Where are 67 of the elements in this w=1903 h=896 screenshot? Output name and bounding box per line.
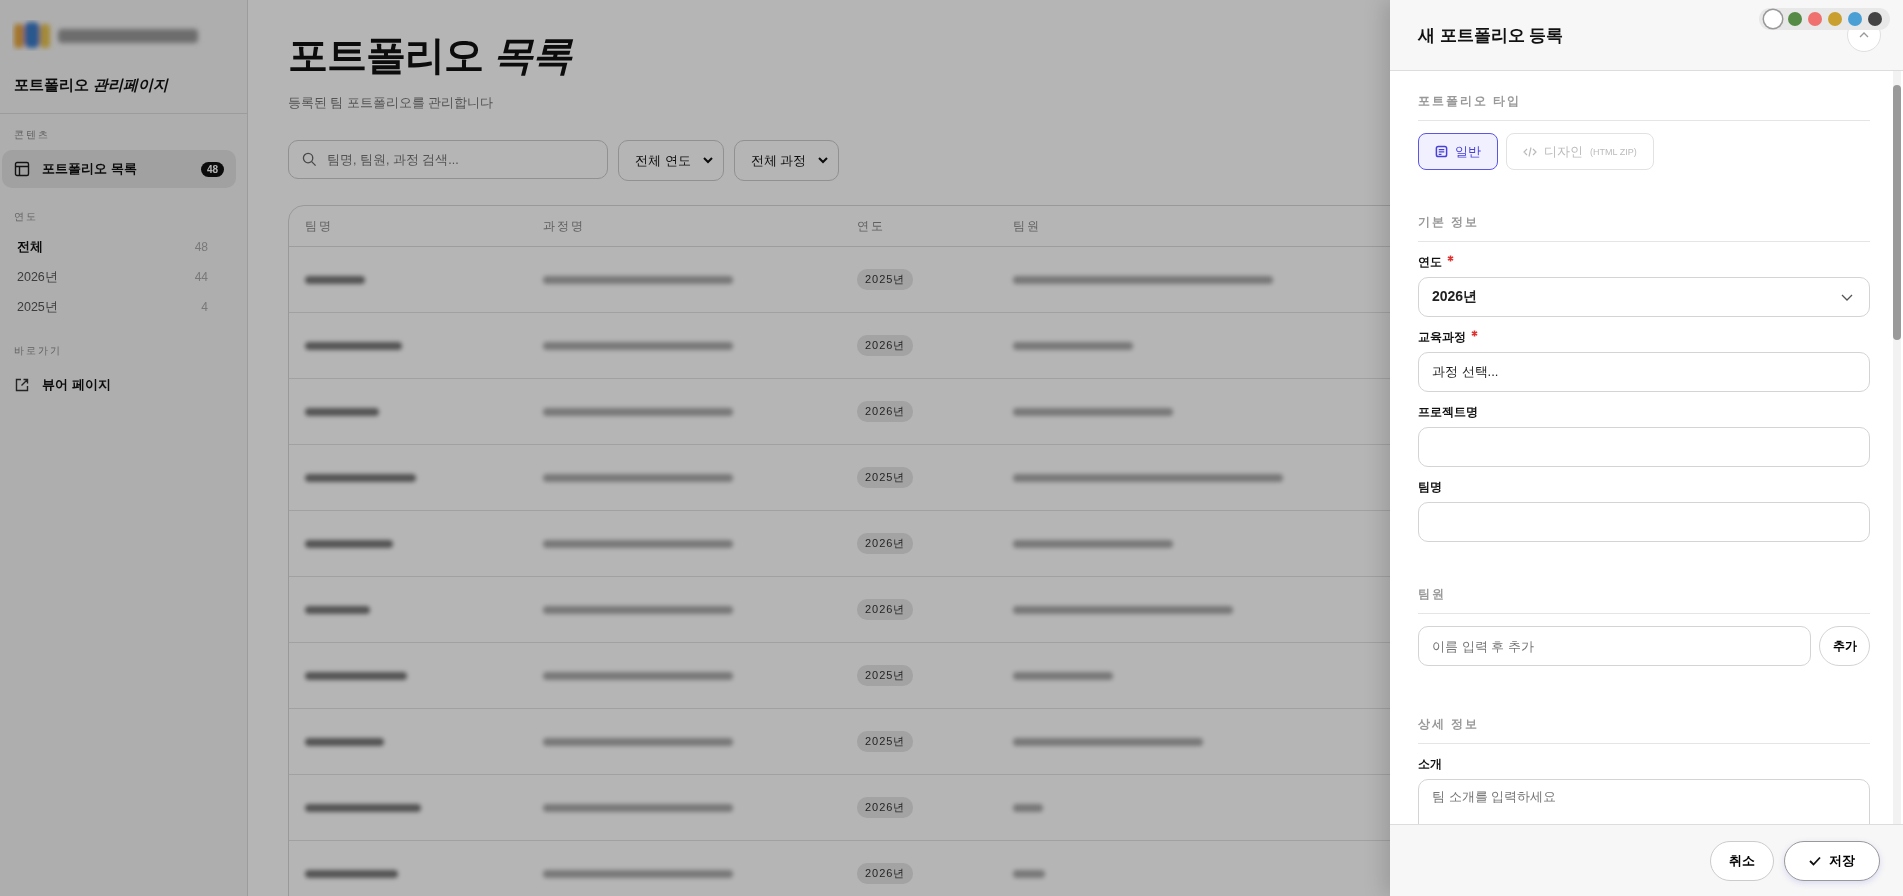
blurred-text: [1013, 804, 1043, 813]
page-subtitle: 등록된 팀 포트폴리오를 관리합니다: [288, 95, 494, 112]
year-badge: 2025년: [857, 269, 914, 290]
course-select[interactable]: 과정 선택...: [1418, 352, 1870, 392]
year-badge: 2026년: [857, 599, 914, 620]
search-icon: [302, 152, 317, 167]
field-label: 프로젝트명: [1418, 405, 1478, 420]
column-header: 팀원: [1013, 217, 1041, 235]
field-label: 연도: [1418, 255, 1442, 270]
section-heading: 포트폴리오 타입: [1418, 93, 1870, 121]
drawer-title: 새 포트폴리오 등록: [1418, 24, 1564, 47]
cancel-button[interactable]: 취소: [1710, 840, 1774, 881]
chevron-down-icon: [818, 157, 829, 164]
blurred-text: [305, 276, 365, 285]
year-badge: 2026년: [857, 797, 914, 818]
field-label: 소개: [1418, 757, 1442, 772]
nav-item[interactable]: 뷰어 페이지: [2, 366, 236, 404]
admin-title: 포트폴리오 관리페이지: [13, 75, 170, 95]
section-label: 콘텐츠: [13, 128, 51, 142]
field-label: 교육과정: [1418, 330, 1466, 345]
year-badge: 2026년: [857, 335, 914, 356]
section-heading: 기본 정보: [1418, 214, 1870, 242]
check-icon: [1809, 855, 1821, 866]
year-badge: 2026년: [857, 533, 914, 554]
layout-icon: [14, 161, 30, 177]
field-label: 팀명: [1418, 480, 1442, 495]
blurred-text: [305, 606, 370, 615]
scrollbar[interactable]: [1893, 71, 1901, 824]
add-button[interactable]: 추가: [1819, 626, 1870, 666]
blurred-text: [1013, 870, 1045, 879]
column-header: 연도: [857, 217, 886, 235]
page-title: 포트폴리오 목록: [288, 32, 572, 79]
color-swatch[interactable]: [1808, 12, 1822, 26]
input-field[interactable]: [1418, 427, 1870, 467]
filter-dropdown[interactable]: 전체 과정: [733, 140, 840, 181]
year-badge: 2025년: [857, 731, 914, 752]
year-badge: 2026년: [857, 401, 914, 422]
save-button[interactable]: 저장: [1784, 840, 1880, 881]
document-icon: [1435, 145, 1448, 158]
search-field[interactable]: 팀명, 팀원, 과정 검색...: [288, 140, 608, 179]
chevron-up-icon: [1859, 32, 1869, 38]
filter-dropdown[interactable]: 전체 연도: [618, 140, 724, 181]
year-badge: 2025년: [857, 665, 914, 686]
section-heading: 상세 정보: [1418, 716, 1870, 744]
color-swatch[interactable]: [1766, 12, 1780, 26]
intro-textarea[interactable]: 팀 소개를 입력하세요: [1418, 779, 1870, 824]
type-option[interactable]: 일반: [1418, 133, 1498, 170]
color-swatch[interactable]: [1868, 12, 1882, 26]
year-badge: 2025년: [857, 467, 914, 488]
column-header: 팀명: [304, 217, 334, 235]
section-heading: 팀원: [1418, 586, 1870, 614]
color-swatch[interactable]: [1788, 12, 1802, 26]
external-link-icon: [14, 377, 30, 393]
column-header: 과정명: [542, 217, 586, 235]
chevron-down-icon: [1841, 293, 1853, 301]
member-name-field[interactable]: 이름 입력 후 추가: [1418, 626, 1811, 666]
color-swatch[interactable]: [1828, 12, 1842, 26]
section-label: 연도: [13, 210, 39, 224]
input-field[interactable]: [1418, 502, 1870, 542]
chevron-down-icon: [702, 157, 713, 164]
year-select[interactable]: 2026년: [1418, 277, 1870, 317]
section-label: 바로가기: [13, 344, 63, 358]
code-icon: [1523, 145, 1537, 158]
color-swatch[interactable]: [1848, 12, 1862, 26]
count-badge: 48: [200, 161, 224, 177]
year-badge: 2026년: [857, 863, 914, 884]
nav-item[interactable]: 포트폴리오 목록 48: [2, 150, 236, 188]
